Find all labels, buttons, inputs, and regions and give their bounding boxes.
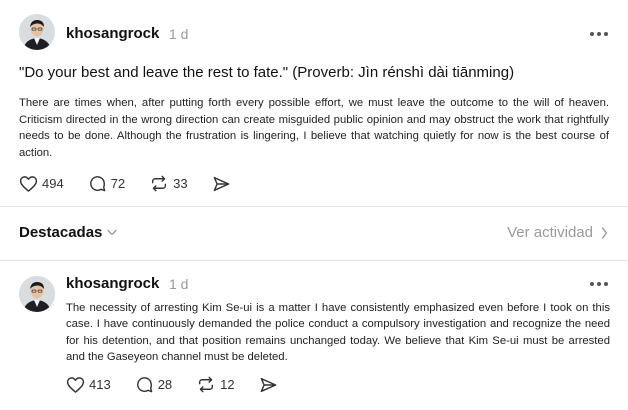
avatar-photo	[19, 14, 55, 50]
like-count: 413	[89, 377, 111, 392]
post-time: 1 d	[169, 276, 189, 292]
tabs-row: Destacadas Ver actividad	[0, 206, 628, 260]
post-body: The necessity of arresting Kim Se-ui is …	[66, 302, 610, 363]
comment-icon	[89, 176, 106, 192]
chevron-down-icon	[107, 229, 118, 236]
post-quote: "Do your best and leave the rest to fate…	[19, 64, 515, 81]
more-options-button[interactable]	[590, 279, 610, 289]
share-button[interactable]	[259, 376, 278, 394]
send-icon	[260, 377, 276, 392]
like-button[interactable]: 494	[19, 175, 64, 193]
post-body: There are times when, after putting fort…	[19, 97, 609, 159]
thread-post: khosangrock 1 d "Do your best and leave …	[0, 0, 628, 206]
like-count: 494	[42, 176, 64, 191]
reply-count: 72	[110, 176, 126, 191]
like-button[interactable]: 413	[66, 376, 111, 394]
post-actions: 494 72 33	[19, 174, 255, 193]
avatar[interactable]	[19, 276, 55, 312]
tab-destacadas[interactable]: Destacadas	[19, 224, 118, 241]
reply-count: 28	[157, 377, 173, 392]
repost-count: 33	[173, 176, 188, 191]
avatar-photo	[19, 276, 55, 312]
tab-destacadas-label: Destacadas	[19, 224, 103, 241]
chevron-right-icon	[601, 226, 608, 239]
username[interactable]: khosangrock	[66, 275, 159, 292]
ver-actividad-link[interactable]: Ver actividad	[507, 224, 608, 241]
repost-icon	[199, 376, 214, 393]
repost-count: 12	[220, 377, 235, 392]
more-dots-icon	[590, 282, 594, 286]
repost-button[interactable]: 12	[196, 375, 235, 394]
repost-icon	[152, 175, 167, 192]
avatar[interactable]	[19, 14, 55, 50]
ver-actividad-label: Ver actividad	[507, 224, 593, 241]
more-dots-icon	[590, 32, 594, 36]
post-time: 1 d	[169, 26, 189, 42]
more-options-button[interactable]	[590, 29, 610, 39]
send-icon	[213, 176, 229, 191]
username[interactable]: khosangrock	[66, 25, 159, 42]
post-actions: 413 28 12	[66, 375, 302, 394]
comment-icon	[136, 377, 153, 393]
repost-button[interactable]: 33	[149, 174, 188, 193]
heart-icon	[66, 376, 85, 393]
heart-icon	[19, 175, 38, 192]
share-button[interactable]	[212, 175, 231, 193]
reply-button[interactable]: 72	[88, 174, 125, 193]
reply-button[interactable]: 28	[135, 375, 172, 394]
